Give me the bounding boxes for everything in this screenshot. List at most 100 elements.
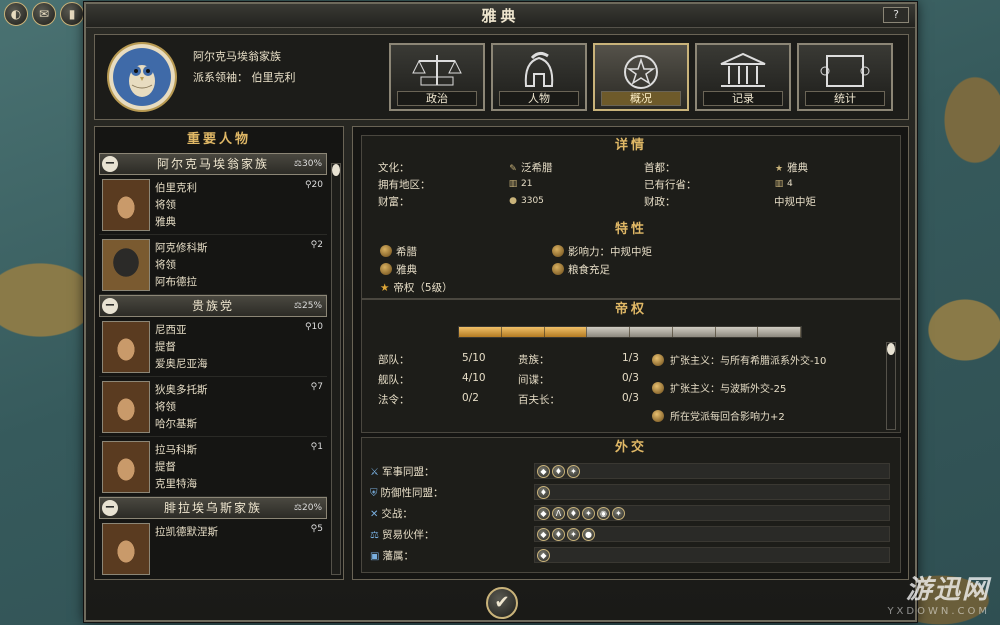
faction-coin-icon[interactable]: ◆ [537,507,550,520]
character-row[interactable]: 阿克修科斯 将领 阿布德拉 ⚲2 [99,237,327,295]
faction-leader: 派系领袖： 伯里克利 [193,69,296,85]
tab-overview[interactable]: 概况 [593,43,689,111]
character-info: 阿克修科斯 将领 阿布德拉 [155,240,208,291]
watermark-domain: YXDOWN.COM [887,606,990,617]
scrollbar-thumb[interactable] [332,164,340,176]
coin-icon: ● [509,196,517,206]
diplomacy-icon: ⛨ [370,488,378,499]
tab-records[interactable]: 记录 [695,43,791,111]
character-portrait[interactable] [102,523,150,575]
stat-label: 间谍： [518,374,550,386]
character-portrait[interactable] [102,321,150,373]
tab-statistics[interactable]: 统计 [797,43,893,111]
tab-label: 人物 [499,91,579,106]
character-portrait[interactable] [102,239,150,291]
stat-value: 0/3 [622,392,639,404]
character-rank: ⚲20 [304,180,323,190]
culture-value: 泛希腊 [521,162,553,174]
trait-item[interactable]: ★ 帝权（5级） [380,280,453,295]
scroll-icon [799,49,891,93]
trait-item[interactable]: 粮食充足 [552,262,610,277]
faction-coin-icon[interactable]: ♦ [552,528,565,541]
details-heading: 详情 [614,138,647,153]
faction-coin-icon[interactable]: ◆ [537,528,550,541]
window-title: 雅典 [86,4,915,28]
details-box: 详情 文化： ✎ 泛希腊 首都： ★ 雅典 拥有地区： ▥ 21 已有行省： ▥ 4 财… [361,135,901,299]
advisor-icon[interactable]: ◐ [4,2,28,26]
character-info: 尼西亚 提督 爱奥尼亚海 [155,322,208,373]
character-row[interactable]: 尼西亚 提督 爱奥尼亚海 ⚲10 [99,319,327,377]
owl-emblem-icon [107,42,177,112]
faction-group-header[interactable]: − 阿尔克马埃翁家族 ⚖30% [99,153,327,175]
character-portrait[interactable] [102,441,150,493]
faction-coin-icon[interactable]: ✦ [567,465,580,478]
book-icon[interactable]: ▮ [60,2,84,26]
faction-coin-icon[interactable]: ◆ [537,465,550,478]
diplomacy-label-text: 贸易伙伴： [381,529,435,541]
faction-coin-icon[interactable]: ◆ [537,549,550,562]
collapse-icon[interactable]: − [102,156,118,172]
character-info: 伯里克利 将领 雅典 [155,180,197,231]
character-role: 将领 [155,199,176,211]
leader-name: 伯里克利 [251,71,296,84]
faction-coin-icon[interactable]: ✦ [582,507,595,520]
character-portrait[interactable] [102,179,150,231]
faction-group-header[interactable]: − 贵族党 ⚖25% [99,295,327,317]
imperium-scrollbar[interactable] [886,342,896,430]
character-role: 提督 [155,341,176,353]
tab-politics[interactable]: 政治 [389,43,485,111]
persons-list[interactable]: − 阿尔克马埃翁家族 ⚖30% 伯里克利 将领 雅典 ⚲20 阿克修科斯 将领 阿布德拉 ⚲2− 贵族… [95,153,331,577]
persons-scrollbar[interactable] [331,163,341,575]
capital-value: 雅典 [787,162,808,174]
scrollbar-thumb[interactable] [887,343,895,355]
character-row[interactable]: 伯里克利 将领 雅典 ⚲20 [99,177,327,235]
character-row[interactable]: 狄奥多托斯 将领 哈尔基斯 ⚲7 [99,379,327,437]
character-row[interactable]: 拉凯德默涅斯 ⚲5 [99,521,327,577]
tab-characters[interactable]: 人物 [491,43,587,111]
tab-label: 政治 [397,91,477,106]
character-location: 雅典 [155,216,176,228]
character-portrait[interactable] [102,381,150,433]
character-row[interactable]: 拉马科斯 提督 克里特海 ⚲1 [99,439,327,497]
faction-coin-icon[interactable]: ♦ [552,465,565,478]
character-location: 阿布德拉 [155,276,197,288]
confirm-button[interactable]: ✔ [486,587,518,619]
faction-coin-icon[interactable]: Λ [552,507,565,520]
diplomacy-label: ✕ 交战： [370,506,413,521]
group-name: 腓拉埃乌斯家族 [163,501,262,515]
faction-coin-icon[interactable]: ● [582,528,595,541]
diplomacy-row: ⛨ 防御性同盟： ♦ [370,483,890,501]
regions-value: 21 [521,179,533,189]
faction-coin-icon[interactable]: ◉ [597,507,610,520]
diplomacy-icon[interactable]: ✉ [32,2,56,26]
faction-icons-strip: ◆ ♦ ✦ [534,463,890,479]
faction-group-header[interactable]: − 腓拉埃乌斯家族 ⚖20% [99,497,327,519]
diplomacy-heading: 外交 [614,440,647,455]
diplomacy-row: ⚖ 贸易伙伴： ◆ ♦ ✦ ● [370,525,890,543]
diplomacy-box: 外交 ⚔ 军事同盟： ◆ ♦ ✦ ⛨ 防御性同盟： ♦ ✕ 交战： ◆ Λ ♦ ✦ ◉ ✦ ⚖ 贸易伙伴： ◆ ♦ ✦ ●… [361,437,901,573]
stat-value: 0/3 [622,372,639,384]
influence-percent: ⚖20% [293,503,322,513]
imperium-progress-bar [458,326,802,338]
faction-coin-icon[interactable]: ✦ [612,507,625,520]
trait-icon [552,263,564,275]
regions-label: 拥有地区： [378,179,431,191]
trait-item[interactable]: 雅典 [380,262,417,277]
collapse-icon[interactable]: − [102,500,118,516]
scales-icon [391,49,483,93]
stat-value: 0/2 [462,392,479,404]
character-name: 狄奥多托斯 [155,384,208,396]
trait-item[interactable]: 影响力：中规中矩 [552,244,652,259]
faction-coin-icon[interactable]: ♦ [567,507,580,520]
help-button[interactable]: ? [883,7,909,23]
tab-label: 概况 [601,91,681,106]
diplomacy-label: ▣ 藩属： [370,548,414,563]
collapse-icon[interactable]: − [102,298,118,314]
faction-coin-icon[interactable]: ✦ [567,528,580,541]
wealth-value: 3305 [521,196,544,206]
faction-coin-icon[interactable]: ♦ [537,486,550,499]
diplomacy-row: ✕ 交战： ◆ Λ ♦ ✦ ◉ ✦ [370,504,890,522]
character-name: 拉马科斯 [155,444,197,456]
diplomacy-label-text: 军事同盟： [381,466,435,478]
trait-item[interactable]: 希腊 [380,244,417,259]
